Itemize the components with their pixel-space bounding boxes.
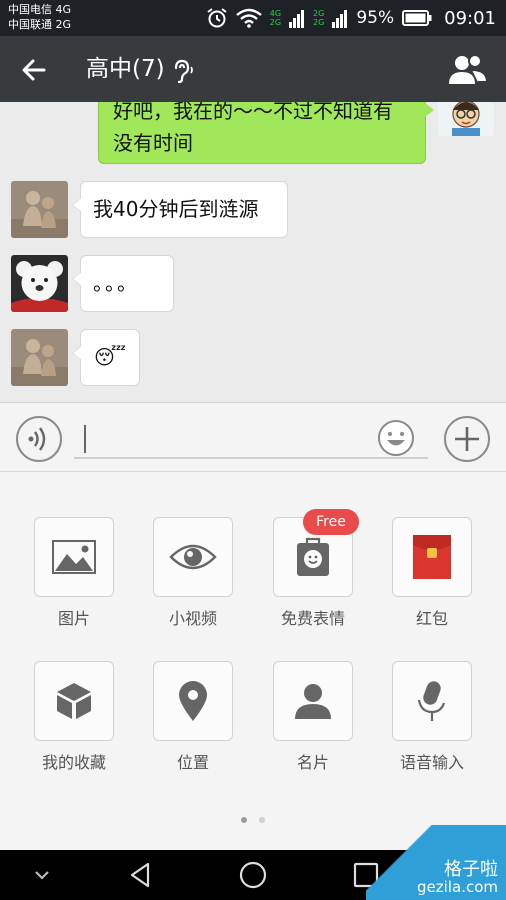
panel-item-label: 语音输入	[399, 753, 464, 772]
alarm-icon	[207, 8, 227, 28]
avatar-friend-3[interactable]	[11, 329, 68, 386]
message-bubble[interactable]: 😴	[72, 329, 140, 386]
red-envelope-icon	[413, 535, 451, 579]
avatar-friend-1[interactable]	[11, 181, 68, 238]
message-bubble[interactable]: 。。。	[72, 255, 174, 312]
message-input[interactable]	[74, 421, 428, 459]
battery-percent: 95%	[356, 8, 395, 28]
sleepy-emoji: 😴	[93, 345, 127, 369]
wifi-icon	[235, 8, 262, 28]
box-icon	[57, 683, 91, 719]
message-bubble-mine[interactable]: 好吧，我在的～～不过不知道有没有时间	[98, 102, 434, 164]
signal-icon-1	[289, 10, 305, 28]
carrier-info: 中国电信 4G 中国联通 2G	[8, 2, 71, 32]
bear-avatar-icon	[11, 255, 68, 312]
network-tags-1: 4G 2G	[269, 9, 282, 27]
page-dot-active	[241, 817, 247, 823]
carrier-2: 中国联通 2G	[8, 18, 72, 31]
status-icons: 4G 2G 2G 2G 95% 09:01	[206, 6, 496, 30]
input-bar	[0, 402, 506, 472]
photo-avatar-icon	[11, 329, 68, 386]
eye-icon	[169, 544, 217, 570]
image-icon	[52, 540, 96, 574]
clock: 09:01	[444, 7, 496, 29]
voice-icon	[28, 427, 46, 451]
microphone-icon	[417, 681, 446, 721]
text-caret	[84, 425, 86, 453]
group-members-icon[interactable]	[448, 52, 488, 86]
panel-item-label: 名片	[296, 753, 329, 772]
avatar-me[interactable]	[438, 102, 494, 136]
panel-item-voice-input[interactable]: 语音输入	[392, 661, 472, 773]
emoji-icon[interactable]	[377, 419, 415, 457]
panel-item-label: 红包	[415, 609, 448, 628]
chat-header: 高中(7)	[0, 36, 506, 102]
chevron-down-icon[interactable]	[26, 859, 58, 891]
panel-item-label: 小视频	[168, 609, 217, 628]
panel-item-stickers[interactable]: Free 免费表情	[273, 509, 359, 629]
network-tags-2: 2G 2G	[313, 9, 325, 27]
panel-item-contact-card[interactable]: 名片	[273, 661, 353, 773]
free-badge: Free	[303, 509, 359, 535]
watermark: 格子啦 gezila.com	[366, 825, 506, 900]
home-circle-icon[interactable]	[237, 859, 269, 891]
signal-icon-2	[332, 10, 348, 28]
arrow-left-icon[interactable]	[18, 54, 50, 86]
voice-button[interactable]	[16, 416, 62, 462]
contact-card-icon	[295, 684, 331, 719]
panel-item-label: 我的收藏	[41, 753, 106, 772]
location-pin-icon	[179, 681, 207, 721]
ear-icon	[174, 59, 193, 84]
avatar-friend-2[interactable]	[11, 255, 68, 312]
panel-item-label: 位置	[176, 753, 209, 772]
panel-item-label: 免费表情	[280, 609, 345, 628]
panel-item-image[interactable]: 图片	[34, 517, 114, 629]
sticker-icon	[297, 537, 329, 576]
battery-icon	[402, 10, 432, 26]
panel-item-red-envelope[interactable]: 红包	[392, 517, 472, 629]
watermark-en: gezila.com	[417, 878, 498, 896]
chat-area[interactable]: 好吧，我在的～～不过不知道有没有时间 我40分钟后到涟源 。。。 😴	[0, 102, 506, 402]
back-triangle-icon[interactable]	[124, 859, 156, 891]
panel-item-label: 图片	[57, 609, 90, 628]
panel-item-favorites[interactable]: 我的收藏	[34, 661, 114, 773]
avatar-cartoon-icon	[438, 102, 494, 136]
more-button[interactable]	[444, 416, 490, 462]
message-bubble[interactable]: 我40分钟后到涟源	[72, 181, 288, 238]
chat-title: 高中(7)	[86, 56, 165, 82]
panel-item-video[interactable]: 小视频	[153, 517, 233, 629]
plus-icon	[455, 427, 479, 451]
carrier-1: 中国电信 4G	[8, 3, 72, 16]
panel-item-location[interactable]: 位置	[153, 661, 233, 773]
status-bar: 中国电信 4G 中国联通 2G 4G 2G 2G 2G 95% 09:01	[0, 0, 506, 36]
page-indicator	[0, 817, 506, 823]
function-panel: 图片 小视频 Free 免费表情 红包 我的收藏 位置 名片 语音输入	[0, 472, 506, 850]
page-dot[interactable]	[259, 817, 265, 823]
photo-avatar-icon	[11, 181, 68, 238]
